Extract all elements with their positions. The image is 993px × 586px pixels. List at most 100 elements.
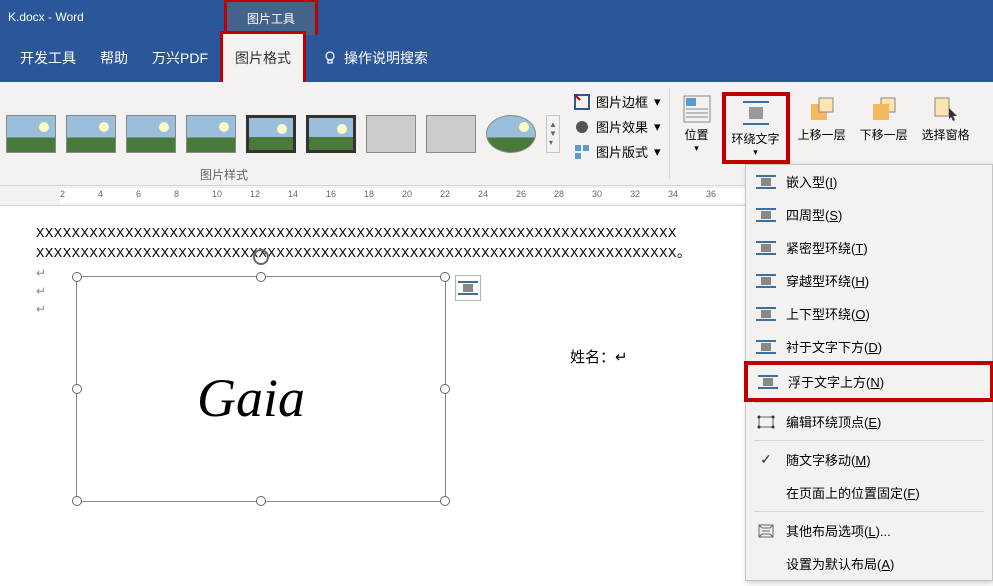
ruler-tick: 34 bbox=[668, 189, 678, 199]
resize-handle-tl[interactable] bbox=[72, 272, 82, 282]
wrap-behind-item[interactable]: 衬于文字下方(D) bbox=[746, 330, 992, 363]
selected-picture[interactable]: Gaia bbox=[76, 276, 446, 502]
wrap-topbottom-item[interactable]: 上下型环绕(O) bbox=[746, 297, 992, 330]
picture-style-6[interactable] bbox=[306, 115, 356, 153]
selection-pane-button[interactable]: 选择窗格 bbox=[916, 92, 976, 145]
resize-handle-tm[interactable] bbox=[256, 272, 266, 282]
ruler-tick: 10 bbox=[212, 189, 222, 199]
title-bar: K.docx - Word 图片工具 bbox=[0, 0, 993, 34]
behind-icon bbox=[756, 339, 776, 355]
picture-style-5[interactable] bbox=[246, 115, 296, 153]
layout-options-icon bbox=[458, 281, 478, 295]
wrap-through-item[interactable]: 穿越型环绕(H) bbox=[746, 264, 992, 297]
position-icon bbox=[682, 94, 712, 124]
tab-developer[interactable]: 开发工具 bbox=[8, 34, 88, 82]
ruler-tick: 2 bbox=[60, 189, 65, 199]
bring-forward-icon bbox=[807, 94, 837, 124]
wrap-text-dropdown: 嵌入型(I) 四周型(S) 紧密型环绕(T) 穿越型环绕(H) 上下型环绕(O)… bbox=[745, 164, 993, 581]
window-title: K.docx - Word bbox=[0, 10, 84, 24]
tell-me-search[interactable]: 操作说明搜索 bbox=[306, 48, 428, 68]
menu-separator bbox=[754, 511, 984, 512]
resize-handle-bl[interactable] bbox=[72, 496, 82, 506]
picture-border-button[interactable]: 图片边框 ▾ bbox=[574, 92, 661, 111]
picture-styles-gallery: ▲▼▾ bbox=[0, 82, 566, 185]
set-default-layout-item[interactable]: 设置为默认布局(A) bbox=[746, 547, 992, 580]
more-layout-icon bbox=[756, 523, 776, 539]
ruler-tick: 4 bbox=[98, 189, 103, 199]
wrap-text-icon bbox=[741, 98, 771, 128]
through-icon bbox=[756, 273, 776, 289]
picture-style-3[interactable] bbox=[126, 115, 176, 153]
ruler-tick: 6 bbox=[136, 189, 141, 199]
tight-icon bbox=[756, 240, 776, 256]
wrap-square-item[interactable]: 四周型(S) bbox=[746, 198, 992, 231]
ruler-tick: 12 bbox=[250, 189, 260, 199]
tab-picture-format[interactable]: 图片格式 bbox=[220, 31, 306, 85]
picture-style-commands: 图片边框 ▾ 图片效果 ▾ 图片版式 ▾ bbox=[566, 82, 669, 185]
more-layout-options-item[interactable]: 其他布局选项(L)... bbox=[746, 514, 992, 547]
signature-image-content: Gaia bbox=[197, 367, 305, 429]
resize-handle-ml[interactable] bbox=[72, 384, 82, 394]
ruler-tick: 36 bbox=[706, 189, 716, 199]
send-backward-button[interactable]: 下移一层 bbox=[854, 92, 914, 145]
ruler-tick: 22 bbox=[440, 189, 450, 199]
move-with-text-item[interactable]: ✓ 随文字移动(M) bbox=[746, 443, 992, 476]
ribbon-tabs: 开发工具 帮助 万兴PDF 图片格式 操作说明搜索 bbox=[0, 34, 993, 82]
effects-icon bbox=[574, 119, 590, 135]
resize-handle-mr[interactable] bbox=[440, 384, 450, 394]
edit-wrap-points-item[interactable]: 编辑环绕顶点(E) bbox=[746, 405, 992, 438]
topbottom-icon bbox=[756, 306, 776, 322]
position-button[interactable]: 位置▾ bbox=[674, 92, 720, 156]
wrap-infront-item[interactable]: 浮于文字上方(N) bbox=[744, 361, 993, 402]
menu-separator bbox=[754, 402, 984, 403]
wrap-inline-item[interactable]: 嵌入型(I) bbox=[746, 165, 992, 198]
tab-wanxing-pdf[interactable]: 万兴PDF bbox=[140, 34, 220, 82]
name-field-label: 姓名：↵ bbox=[570, 346, 628, 367]
picture-style-8[interactable] bbox=[426, 115, 476, 153]
resize-handle-br[interactable] bbox=[440, 496, 450, 506]
wrap-text-button[interactable]: 环绕文字▾ bbox=[722, 92, 790, 164]
resize-handle-tr[interactable] bbox=[440, 272, 450, 282]
empty-icon bbox=[756, 556, 776, 572]
inline-icon bbox=[756, 174, 776, 190]
ruler-tick: 14 bbox=[288, 189, 298, 199]
picture-styles-more[interactable]: ▲▼▾ bbox=[546, 115, 560, 153]
rotate-handle[interactable] bbox=[251, 247, 271, 267]
menu-separator bbox=[754, 440, 984, 441]
picture-style-9[interactable] bbox=[486, 115, 536, 153]
resize-handle-bm[interactable] bbox=[256, 496, 266, 506]
picture-style-2[interactable] bbox=[66, 115, 116, 153]
picture-style-4[interactable] bbox=[186, 115, 236, 153]
infront-icon bbox=[758, 374, 778, 390]
ruler-tick: 26 bbox=[516, 189, 526, 199]
picture-style-1[interactable] bbox=[6, 115, 56, 153]
ruler-tick: 30 bbox=[592, 189, 602, 199]
send-backward-icon bbox=[869, 94, 899, 124]
ribbon-group-label: 图片样式 bbox=[200, 166, 248, 183]
tab-help[interactable]: 帮助 bbox=[88, 34, 140, 82]
edit-points-icon bbox=[756, 414, 776, 430]
ruler-tick: 28 bbox=[554, 189, 564, 199]
lightbulb-icon bbox=[322, 50, 338, 66]
ruler-tick: 18 bbox=[364, 189, 374, 199]
tell-me-label: 操作说明搜索 bbox=[344, 48, 428, 68]
check-icon: ✓ bbox=[756, 452, 776, 468]
picture-style-7[interactable] bbox=[366, 115, 416, 153]
layout-options-button[interactable] bbox=[455, 275, 481, 301]
empty-icon bbox=[756, 485, 776, 501]
square-icon bbox=[756, 207, 776, 223]
ruler-tick: 24 bbox=[478, 189, 488, 199]
selection-pane-icon bbox=[931, 94, 961, 124]
ruler-tick: 32 bbox=[630, 189, 640, 199]
fix-position-item[interactable]: 在页面上的位置固定(F) bbox=[746, 476, 992, 509]
wrap-tight-item[interactable]: 紧密型环绕(T) bbox=[746, 231, 992, 264]
picture-effects-button[interactable]: 图片效果 ▾ bbox=[574, 117, 661, 136]
border-icon bbox=[574, 94, 590, 110]
ruler-tick: 16 bbox=[326, 189, 336, 199]
layout-icon bbox=[574, 144, 590, 160]
ruler-tick: 8 bbox=[174, 189, 179, 199]
picture-layout-button[interactable]: 图片版式 ▾ bbox=[574, 142, 661, 161]
bring-forward-button[interactable]: 上移一层 bbox=[792, 92, 852, 145]
ruler-tick: 20 bbox=[402, 189, 412, 199]
picture-tools-contextual-tab[interactable]: 图片工具 bbox=[224, 0, 318, 35]
